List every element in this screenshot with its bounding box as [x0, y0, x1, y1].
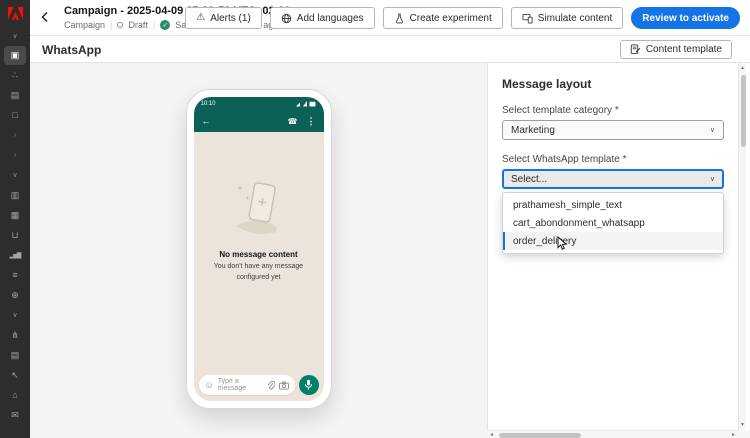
call-icon: ☎ — [287, 116, 298, 126]
app-window: ∨ ▣ ∴ ▤ □ › › ∨ ▥ ▦ ⊔ ▂▅▇ ≡ ⊕ ∨ ⋔ ▤ ↖ ⌂ … — [0, 0, 750, 438]
horizontal-scrollbar[interactable]: ◄ ► — [487, 430, 738, 438]
dropdown-option-highlighted[interactable]: order_delivery — [503, 232, 723, 250]
create-experiment-button[interactable]: Create experiment — [382, 7, 503, 29]
dropdown-option[interactable]: cart_abondonment_whatsapp — [503, 214, 723, 232]
header-actions: ⚠ Alerts (1) Add languages Create experi… — [185, 7, 740, 29]
camera-icon — [278, 381, 289, 390]
message-layout-panel: Message layout Select template category … — [487, 63, 738, 430]
beaker-icon — [395, 13, 403, 23]
category-select-value: Marketing — [511, 124, 555, 136]
add-languages-button[interactable]: Add languages — [269, 7, 375, 29]
adobe-logo-icon[interactable] — [0, 0, 30, 26]
panel-title: Message layout — [502, 77, 592, 91]
channel-toolbar: WhatsApp Content template — [30, 36, 750, 63]
emoji-icon: ☺ — [204, 379, 214, 390]
cursor-icon[interactable]: ↖ — [0, 365, 30, 385]
chevron-down-icon[interactable]: ∨ — [0, 305, 30, 325]
chart-icon[interactable]: ▂▅▇ — [0, 245, 30, 265]
template-label: Select WhatsApp template * — [502, 154, 627, 165]
template-select[interactable]: Select... ∨ — [502, 169, 724, 189]
scroll-up-icon[interactable]: ▲ — [740, 65, 745, 71]
breadcrumb: Campaign — [64, 20, 106, 30]
simulate-content-label: Simulate content — [537, 12, 613, 24]
phone-clock: 10:10 — [200, 100, 216, 107]
dropdown-option-label: order_delivery — [513, 235, 577, 247]
category-label: Select template category * — [502, 105, 619, 116]
saved-check-icon: ✓ — [160, 20, 171, 30]
content-template-button[interactable]: Content template — [619, 40, 732, 59]
mic-button-icon — [298, 375, 319, 395]
sidebar: ∨ ▣ ∴ ▤ □ › › ∨ ▥ ▦ ⊔ ▂▅▇ ≡ ⊕ ∨ ⋔ ▤ ↖ ⌂ … — [0, 0, 30, 438]
assets-icon[interactable]: ▤ — [0, 85, 30, 105]
preview-canvas: 10:10 ← ☎ ⋮ No message content You don't… — [30, 63, 487, 438]
status-signal-battery-icons — [295, 101, 315, 107]
review-to-activate-button[interactable]: Review to activate — [631, 7, 740, 29]
content-template-label: Content template — [645, 44, 722, 55]
list-icon[interactable]: ≡ — [0, 265, 30, 285]
phone-chat-area: No message content You don't have any me… — [194, 132, 324, 401]
separator: | — [110, 20, 113, 30]
create-experiment-label: Create experiment — [409, 12, 492, 24]
empty-state-title: No message content — [219, 250, 298, 259]
alerts-button[interactable]: ⚠ Alerts (1) — [185, 7, 262, 29]
devices-icon — [522, 13, 533, 24]
flow-icon[interactable]: ⋔ — [0, 325, 30, 345]
chevron-down-icon: ∨ — [709, 176, 715, 183]
paperclip-icon — [267, 380, 275, 389]
phone-status-bar: 10:10 — [193, 97, 324, 110]
channel-label: WhatsApp — [42, 43, 102, 57]
overflow-menu-icon: ⋮ — [306, 115, 316, 126]
horizontal-scrollbar-thumb[interactable] — [499, 432, 581, 438]
add-languages-label: Add languages — [296, 12, 364, 24]
back-arrow-icon: ← — [201, 116, 211, 126]
category-select[interactable]: Marketing ∨ — [502, 120, 724, 140]
empty-state-illustration — [235, 182, 277, 234]
chevron-right-icon[interactable]: › — [0, 125, 30, 145]
status-badge: Draft — [128, 20, 148, 30]
rows-icon[interactable]: ▤ — [0, 345, 30, 365]
mail-icon[interactable]: ✉ — [0, 405, 30, 425]
message-input-placeholder: Type a message — [217, 378, 247, 392]
globe-icon[interactable]: ⊕ — [0, 285, 30, 305]
home-icon[interactable]: ⌂ — [0, 385, 30, 405]
inbox-icon[interactable]: ⊔ — [0, 225, 30, 245]
calendar-icon[interactable]: ▦ — [0, 205, 30, 225]
phone-preview: 10:10 ← ☎ ⋮ No message content You don't… — [185, 89, 332, 409]
document-icon[interactable]: □ — [0, 105, 30, 125]
phone-nav-bar: ← ☎ ⋮ — [193, 110, 324, 132]
chevron-down-icon: ∨ — [709, 127, 715, 134]
back-button[interactable] — [40, 11, 50, 26]
template-select-value: Select... — [511, 173, 548, 185]
empty-state-subtitle: You don't have any message configured ye… — [213, 263, 304, 281]
back-chevron-icon — [41, 11, 48, 23]
chevron-right-icon[interactable]: › — [0, 145, 30, 165]
campaign-icon[interactable]: ▣ — [4, 46, 26, 65]
scroll-left-icon[interactable]: ◄ — [489, 432, 494, 438]
chevron-down-icon[interactable]: ∨ — [0, 26, 30, 46]
scrollbar-corner — [738, 430, 750, 438]
alerts-label: Alerts (1) — [210, 12, 251, 24]
template-dropdown-menu: prathamesh_simple_text cart_abondonment_… — [502, 192, 724, 254]
globe-icon — [281, 13, 291, 23]
separator: | — [152, 20, 156, 30]
header: Campaign - 2025-04-09 15:00:58 UTC+02:00… — [30, 0, 750, 36]
scroll-right-icon[interactable]: ► — [731, 432, 736, 438]
chevron-down-icon[interactable]: ∨ — [0, 165, 30, 185]
simulate-content-button[interactable]: Simulate content — [510, 7, 624, 29]
vertical-scrollbar-thumb[interactable] — [740, 75, 746, 147]
dropdown-option[interactable]: prathamesh_simple_text — [503, 196, 723, 214]
phone-screen: 10:10 ← ☎ ⋮ No message content You don't… — [193, 97, 324, 401]
scroll-down-icon[interactable]: ▼ — [740, 422, 745, 428]
phone-input-row: ☺ Type a message — [194, 375, 324, 401]
message-input-preview: ☺ Type a message — [198, 375, 295, 395]
warning-icon: ⚠ — [196, 12, 206, 23]
draft-status-dot-icon — [117, 22, 124, 28]
copy-icon[interactable]: ▥ — [0, 185, 30, 205]
share-icon[interactable]: ∴ — [0, 65, 30, 85]
template-doc-icon — [630, 44, 641, 54]
review-to-activate-label: Review to activate — [642, 12, 729, 24]
vertical-scrollbar[interactable]: ▲ ▼ — [738, 63, 746, 430]
